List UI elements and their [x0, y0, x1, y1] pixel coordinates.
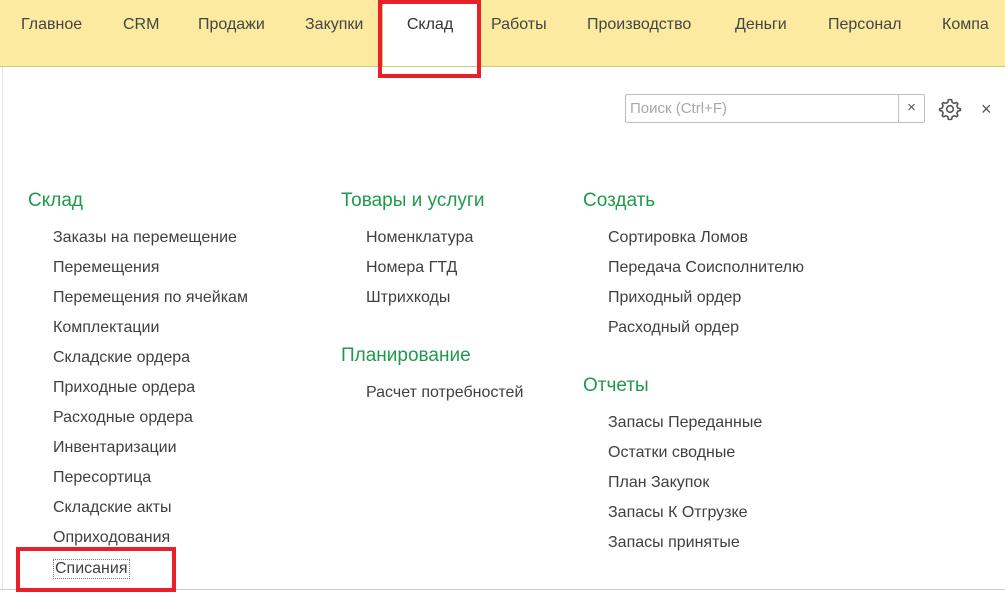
link-create-cocontractor-transfer[interactable]: Передача Соисполнителю	[608, 259, 804, 277]
link-gtd-numbers[interactable]: Номера ГТД	[366, 259, 457, 277]
link-regrading[interactable]: Пересортица	[53, 469, 151, 487]
top-menu-bar: Главное CRM Продажи Закупки Склад Работы…	[0, 0, 1005, 67]
close-icon[interactable]: ×	[981, 98, 992, 120]
tab-sales[interactable]: Продажи	[198, 0, 265, 66]
link-write-offs[interactable]: Списания	[53, 559, 130, 579]
tab-production[interactable]: Производство	[587, 0, 691, 66]
section-title-planning: Планирование	[341, 345, 471, 366]
link-create-expense-order[interactable]: Расходный ордер	[608, 319, 739, 337]
tab-main[interactable]: Главное	[21, 0, 82, 66]
tab-purchases[interactable]: Закупки	[305, 0, 363, 66]
link-report-accepted-stock[interactable]: Запасы принятые	[608, 534, 740, 552]
link-nomenclature[interactable]: Номенклатура	[366, 229, 473, 247]
link-report-transferred-stock[interactable]: Запасы Переданные	[608, 414, 762, 432]
link-transfer-orders[interactable]: Заказы на перемещение	[53, 229, 237, 247]
section-title-reports: Отчеты	[583, 375, 649, 396]
tab-crm[interactable]: CRM	[123, 0, 159, 66]
link-report-stock-to-ship[interactable]: Запасы К Отгрузке	[608, 504, 748, 522]
tab-works[interactable]: Работы	[491, 0, 547, 66]
tab-warehouse[interactable]: Склад	[382, 0, 478, 66]
link-demand-calculation[interactable]: Расчет потребностей	[366, 384, 523, 402]
section-title-warehouse: Склад	[28, 190, 83, 211]
link-report-purchase-plan[interactable]: План Закупок	[608, 474, 709, 492]
search-input[interactable]	[626, 95, 898, 122]
search-clear-button[interactable]: ×	[898, 95, 924, 122]
link-capitalizations[interactable]: Оприходования	[53, 529, 170, 547]
section-title-create: Создать	[583, 190, 656, 211]
link-warehouse-acts[interactable]: Складские акты	[53, 499, 172, 517]
bottom-divider	[0, 589, 1005, 590]
tab-personnel[interactable]: Персонал	[828, 0, 901, 66]
link-report-summary-balances[interactable]: Остатки сводные	[608, 444, 735, 462]
link-barcodes[interactable]: Штрихкоды	[366, 289, 450, 307]
tab-company[interactable]: Компа	[942, 0, 989, 66]
link-create-scrap-sorting[interactable]: Сортировка Ломов	[608, 229, 748, 247]
link-expense-orders[interactable]: Расходные ордера	[53, 409, 193, 427]
link-warehouse-orders[interactable]: Складские ордера	[53, 349, 190, 367]
tab-money[interactable]: Деньги	[735, 0, 787, 66]
link-cell-transfers[interactable]: Перемещения по ячейкам	[53, 289, 248, 307]
section-title-goods: Товары и услуги	[341, 190, 485, 211]
gear-icon[interactable]	[938, 97, 962, 121]
link-assemblies[interactable]: Комплектации	[53, 319, 159, 337]
link-inventories[interactable]: Инвентаризации	[53, 439, 177, 457]
link-transfers[interactable]: Перемещения	[53, 259, 159, 277]
link-receipt-orders[interactable]: Приходные ордера	[53, 379, 195, 397]
search-box: ×	[625, 94, 925, 123]
link-create-receipt-order[interactable]: Приходный ордер	[608, 289, 741, 307]
